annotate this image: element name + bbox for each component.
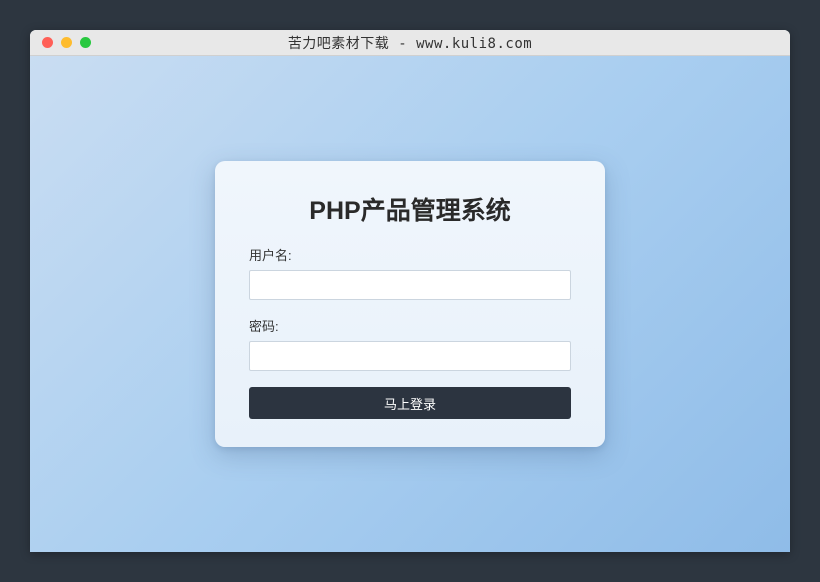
titlebar: 苦力吧素材下载 - www.kuli8.com bbox=[30, 30, 790, 56]
window-title: 苦力吧素材下载 - www.kuli8.com bbox=[42, 33, 778, 53]
maximize-icon[interactable] bbox=[80, 37, 91, 48]
browser-window: 苦力吧素材下载 - www.kuli8.com PHP产品管理系统 用户名: 密… bbox=[30, 30, 790, 552]
titlebar-buttons bbox=[42, 37, 91, 48]
minimize-icon[interactable] bbox=[61, 37, 72, 48]
password-input[interactable] bbox=[249, 341, 571, 371]
login-title: PHP产品管理系统 bbox=[249, 191, 571, 227]
login-card: PHP产品管理系统 用户名: 密码: 马上登录 bbox=[215, 161, 605, 447]
login-button[interactable]: 马上登录 bbox=[249, 387, 571, 419]
close-icon[interactable] bbox=[42, 37, 53, 48]
content-area: PHP产品管理系统 用户名: 密码: 马上登录 bbox=[30, 56, 790, 552]
password-label: 密码: bbox=[249, 316, 571, 335]
username-input[interactable] bbox=[249, 270, 571, 300]
username-label: 用户名: bbox=[249, 245, 571, 264]
